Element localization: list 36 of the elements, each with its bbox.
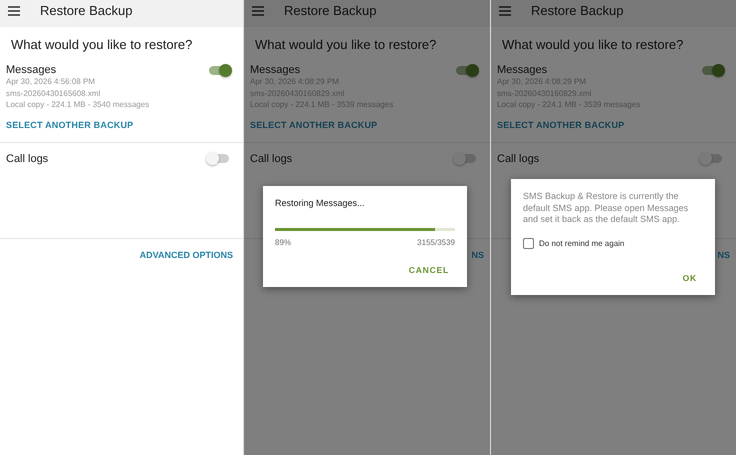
item-name: Call logs [497, 152, 540, 164]
toggle-switch[interactable] [456, 66, 476, 74]
toggle-switch[interactable] [702, 154, 722, 163]
checkbox-label: Do not remind me again [539, 238, 624, 248]
backup-details: Local copy - 224.1 MB - 3540 messages [6, 99, 150, 110]
cancel-button[interactable]: CANCEL [402, 261, 455, 279]
item-name: Call logs [6, 152, 48, 164]
toggle-switch[interactable] [209, 154, 229, 163]
toggle-switch[interactable] [209, 66, 229, 74]
restore-question: What would you like to restore? [254, 36, 438, 54]
restore-question: What would you like to restore? [10, 36, 194, 54]
progress-percent: 89% [275, 238, 292, 247]
select-backup-link[interactable]: SELECT ANOTHER BACKUP [497, 120, 730, 130]
advanced-options-link[interactable]: NS [471, 250, 484, 260]
toggle-switch[interactable] [702, 66, 722, 74]
item-name: Messages [497, 64, 548, 76]
backup-file: sms-20260430165608.xml [6, 88, 102, 99]
menu-icon[interactable] [8, 6, 20, 16]
progress-count: 3155/3539 [417, 238, 455, 247]
toggle-switch[interactable] [456, 154, 476, 163]
app-title: Restore Backup [40, 3, 132, 18]
checkbox[interactable] [523, 238, 534, 248]
dialog-title: Restoring Messages... [275, 198, 366, 208]
item-name: Messages [6, 64, 56, 76]
advanced-options-link[interactable]: NS [717, 250, 730, 260]
backup-date: Apr 30, 2026 4:56:08 PM [6, 76, 96, 88]
app-title: Restore Backup [284, 3, 376, 18]
item-name: Messages [250, 64, 300, 76]
item-name: Call logs [250, 152, 292, 164]
select-backup-link[interactable]: SELECT ANOTHER BACKUP [250, 120, 484, 130]
advanced-options-link[interactable]: ADVANCED OPTIONS [140, 250, 233, 260]
restore-question: What would you like to restore? [501, 36, 684, 54]
ok-button[interactable]: OK [676, 268, 703, 286]
select-backup-link[interactable]: SELECT ANOTHER BACKUP [6, 120, 237, 130]
app-title: Restore Backup [531, 3, 624, 18]
dialog-message: SMS Backup & Restore is currently the default SMS app. Please open Messages and set it back as the default SMS app. [523, 191, 690, 226]
